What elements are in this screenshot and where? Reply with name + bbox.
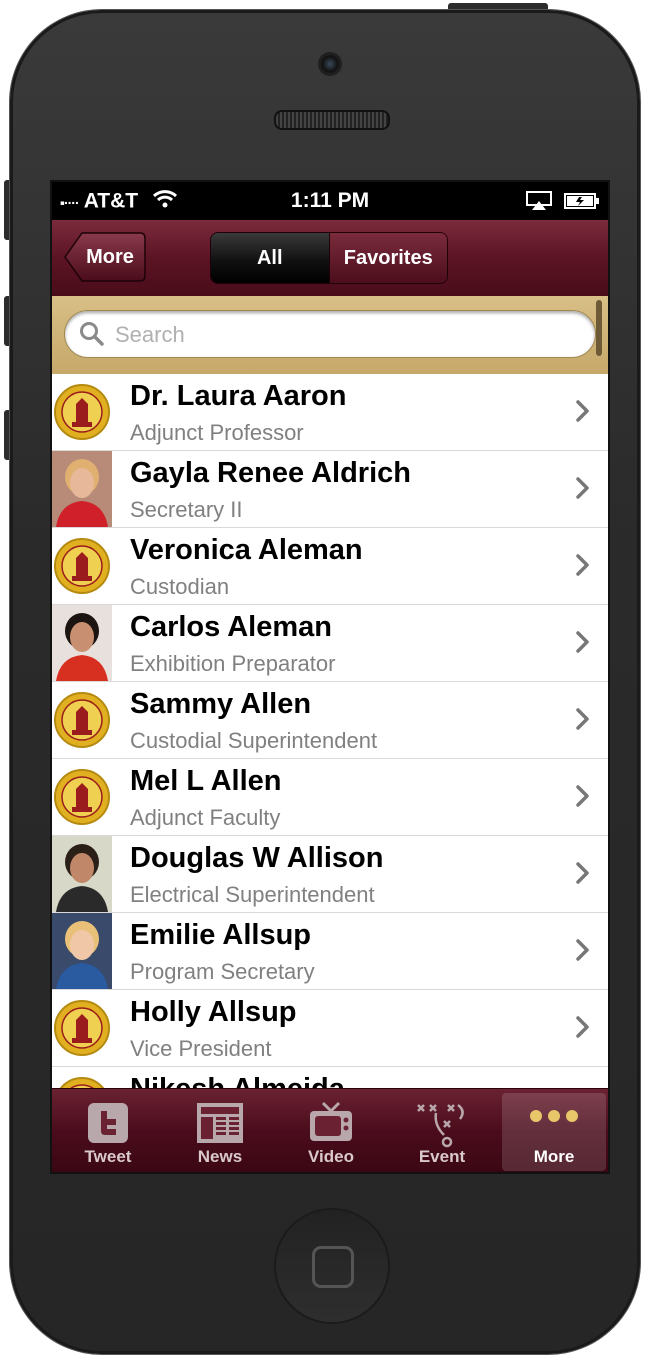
more-dots-icon xyxy=(530,1110,578,1122)
university-seal-avatar xyxy=(52,528,112,604)
contact-list: Dr. Laura Aaron Adjunct Professor Gayla Re… xyxy=(52,374,608,1088)
contact-row[interactable]: Emilie Allsup Program Secretary xyxy=(52,913,608,990)
contact-title: Secretary II xyxy=(130,497,243,522)
status-bar: ▪···· AT&T 1:11 PM xyxy=(52,182,608,220)
status-time: 1:11 PM xyxy=(290,189,370,212)
contact-name: Douglas W Allison xyxy=(130,842,384,874)
chevron-right-icon xyxy=(576,862,590,889)
avatar-photo xyxy=(52,605,112,681)
contact-name: Dr. Laura Aaron xyxy=(130,380,347,412)
contact-row[interactable]: Nikesh Almeida xyxy=(52,1067,608,1088)
chevron-right-icon xyxy=(576,400,590,427)
tab-tweet-label: Tweet xyxy=(84,1147,132,1166)
segmented-control: All Favorites xyxy=(210,232,448,284)
tab-more[interactable]: More xyxy=(502,1093,606,1171)
contact-row[interactable]: Veronica Aleman Custodian xyxy=(52,528,608,605)
airplay-icon xyxy=(526,191,552,217)
contact-row[interactable]: Gayla Renee Aldrich Secretary II xyxy=(52,451,608,528)
contact-title: Custodian xyxy=(130,574,230,599)
contact-name: Gayla Renee Aldrich xyxy=(130,457,411,489)
contact-name: Emilie Allsup xyxy=(130,919,312,951)
twitter-icon xyxy=(88,1103,128,1143)
tab-bar: Tweet News Video Event More xyxy=(52,1088,608,1172)
contact-row[interactable]: Dr. Laura Aaron Adjunct Professor xyxy=(52,374,608,451)
avatar-photo xyxy=(52,836,112,912)
playbook-icon xyxy=(417,1104,464,1148)
newspaper-icon xyxy=(197,1103,243,1143)
chevron-right-icon xyxy=(576,708,590,735)
university-seal-avatar xyxy=(52,682,112,758)
chevron-right-icon xyxy=(576,631,590,658)
earpiece-speaker xyxy=(274,110,390,130)
contact-title: Adjunct Professor xyxy=(130,420,304,445)
contact-title: Adjunct Faculty xyxy=(130,805,281,830)
chevron-right-icon xyxy=(576,939,590,966)
contact-row[interactable]: Douglas W Allison Electrical Superintende… xyxy=(52,836,608,913)
avatar-photo xyxy=(52,451,112,527)
contact-name: Sammy Allen xyxy=(130,688,312,720)
contact-row[interactable]: Sammy Allen Custodial Superintendent xyxy=(52,682,608,759)
contact-row[interactable]: Holly Allsup Vice President xyxy=(52,990,608,1067)
contact-name: Mel L Allen xyxy=(130,765,282,797)
contact-row[interactable]: Mel L Allen Adjunct Faculty xyxy=(52,759,608,836)
tab-more-label: More xyxy=(533,1147,575,1166)
contact-title: Vice President xyxy=(130,1036,272,1061)
contact-title: Exhibition Preparator xyxy=(130,651,336,676)
screen: ▪···· AT&T 1:11 PM More All Favorites Se… xyxy=(50,180,610,1174)
search-bar xyxy=(52,296,608,374)
university-seal-avatar xyxy=(52,759,112,835)
chevron-right-icon xyxy=(576,477,590,504)
contact-name: Veronica Aleman xyxy=(130,534,363,566)
back-button[interactable]: More xyxy=(64,232,146,282)
battery-icon xyxy=(564,191,600,217)
university-seal-avatar xyxy=(52,990,112,1066)
contact-title: Custodial Superintendent xyxy=(130,728,378,753)
contact-name: Carlos Aleman xyxy=(130,611,332,643)
scroll-indicator[interactable] xyxy=(596,300,602,356)
avatar-photo xyxy=(52,913,112,989)
tab-video-label: Video xyxy=(308,1147,354,1166)
tab-tweet[interactable]: Tweet xyxy=(56,1093,160,1171)
navigation-bar: More All Favorites xyxy=(52,220,608,297)
tab-video[interactable]: Video xyxy=(279,1093,383,1171)
tv-icon xyxy=(310,1101,352,1141)
chevron-right-icon xyxy=(576,554,590,581)
search-icon xyxy=(79,321,105,352)
contact-title: Electrical Superintendent xyxy=(130,882,375,907)
tab-news[interactable]: News xyxy=(168,1093,272,1171)
search-field[interactable] xyxy=(64,310,596,358)
segment-all[interactable]: All xyxy=(211,233,329,283)
chevron-right-icon xyxy=(576,785,590,812)
contact-row[interactable]: Carlos Aleman Exhibition Preparator xyxy=(52,605,608,682)
home-button[interactable] xyxy=(274,1208,390,1324)
tab-event-label: Event xyxy=(418,1147,466,1166)
university-seal-avatar xyxy=(52,1067,112,1088)
chevron-right-icon xyxy=(576,1016,590,1043)
tab-event[interactable]: Event xyxy=(390,1093,494,1171)
contact-name: Nikesh Almeida xyxy=(130,1073,345,1088)
contact-name: Holly Allsup xyxy=(130,996,297,1028)
segment-favorites[interactable]: Favorites xyxy=(328,233,447,283)
search-input[interactable] xyxy=(113,319,577,351)
back-button-label: More xyxy=(86,245,134,268)
university-seal-avatar xyxy=(52,374,112,450)
front-camera xyxy=(318,52,342,76)
contact-title: Program Secretary xyxy=(130,959,315,984)
tab-news-label: News xyxy=(197,1147,243,1166)
